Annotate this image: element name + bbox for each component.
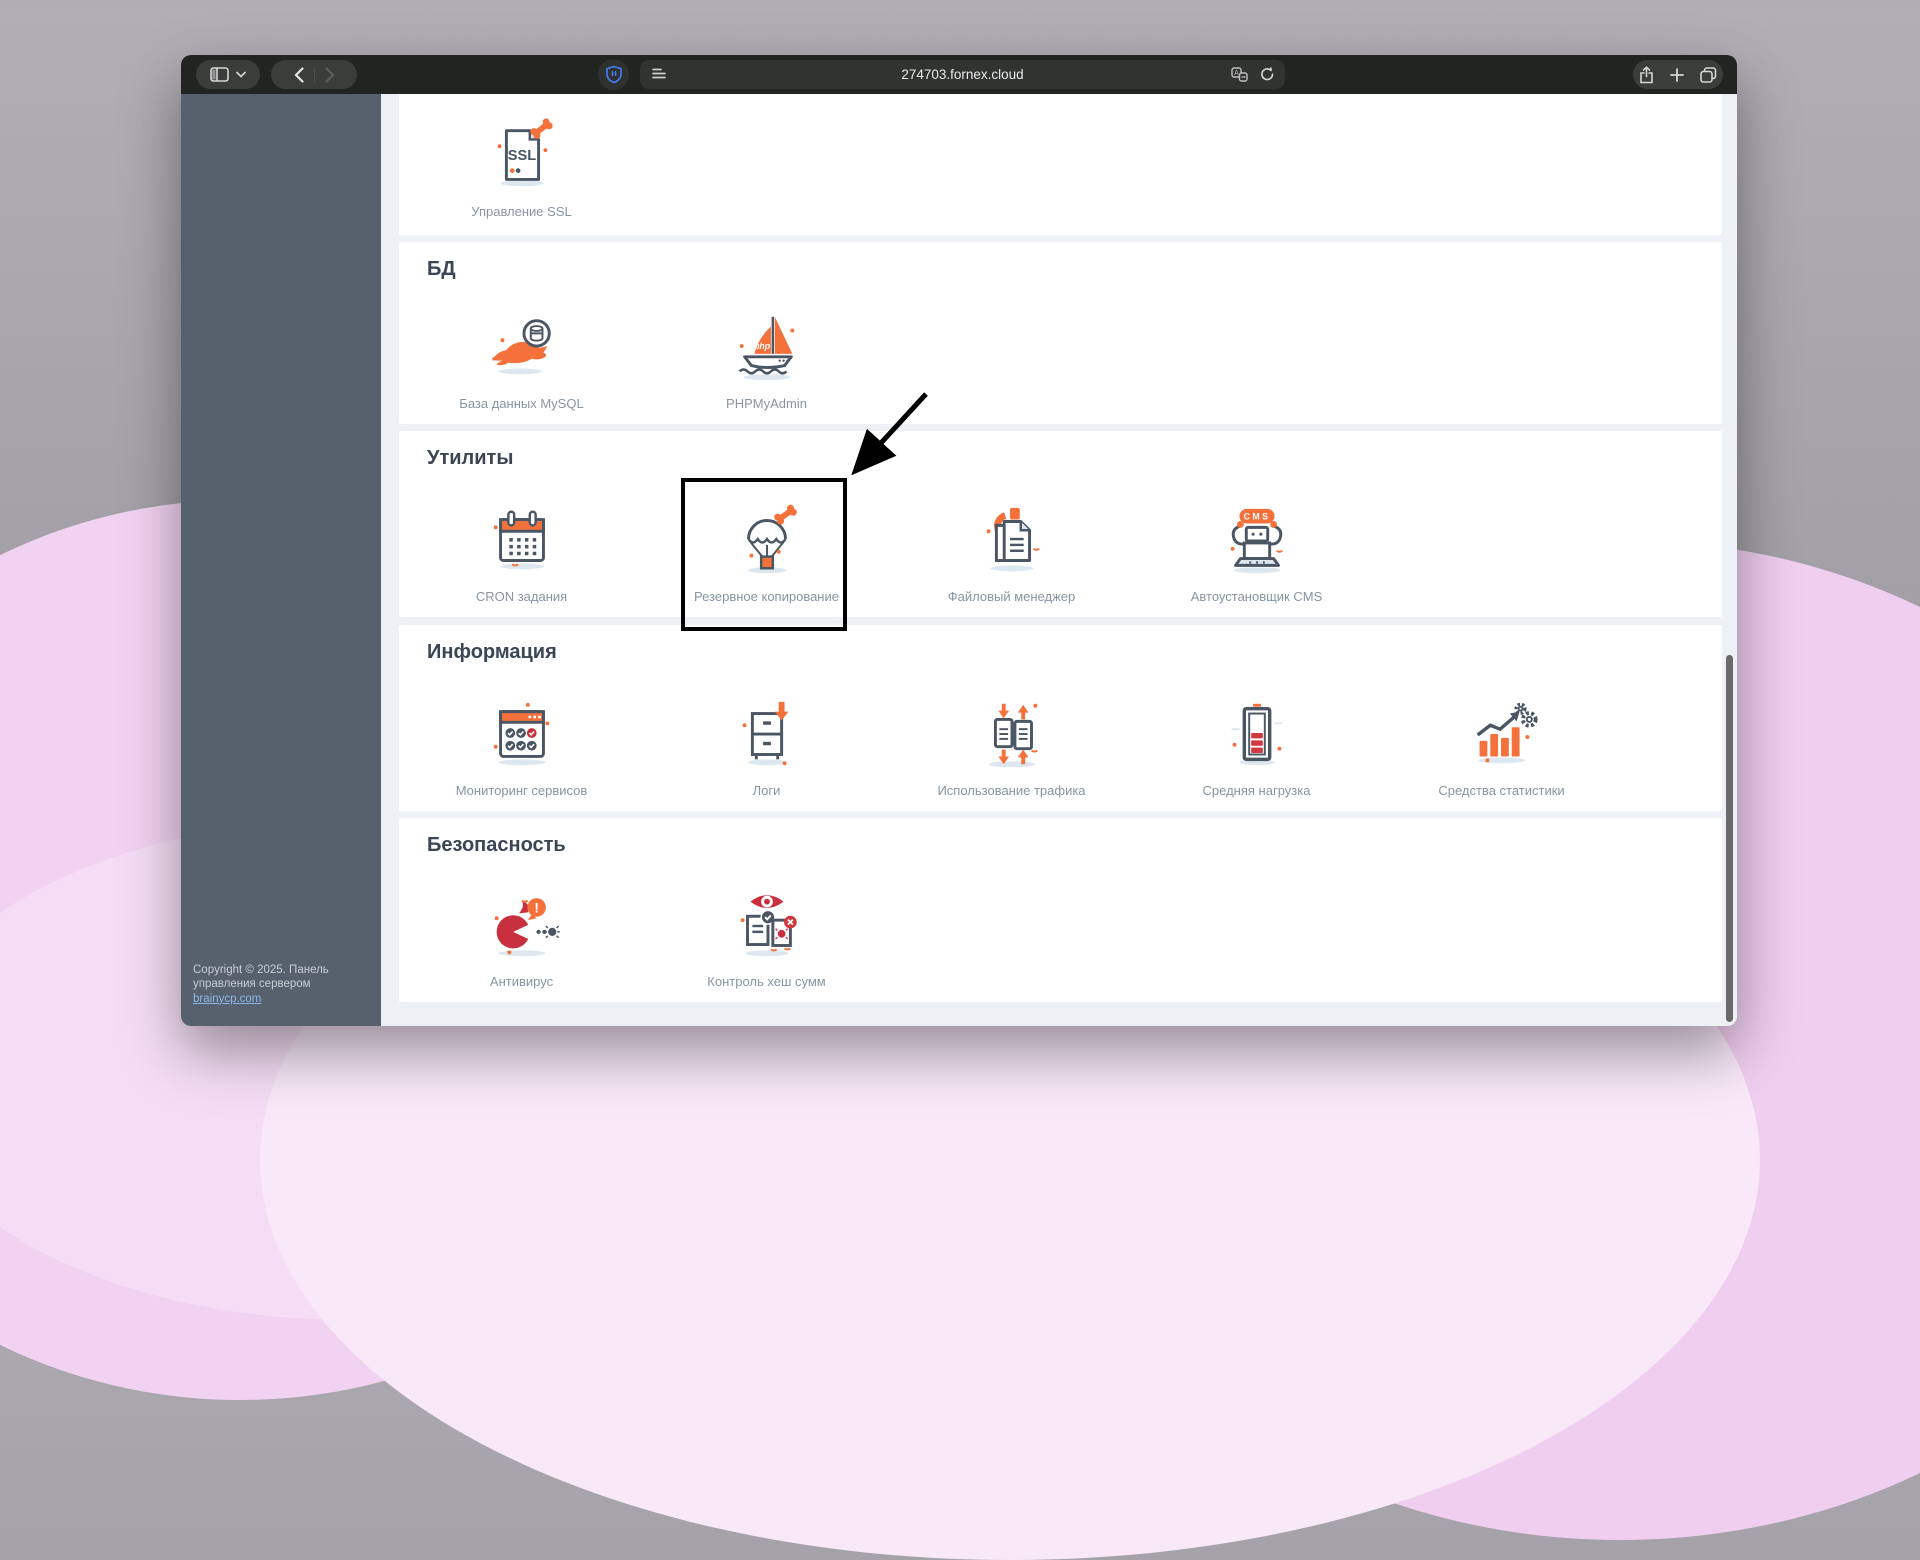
- reload-icon[interactable]: [1260, 66, 1275, 82]
- svg-text:php: php: [753, 341, 771, 351]
- traffic-usage-icon: [973, 696, 1051, 774]
- section-card-БД: БД База данных MySQL php PHPMyAdmin: [399, 242, 1722, 424]
- app-tile-label: CRON задания: [475, 589, 568, 604]
- browser-window: 274703.fornex.cloud A Copyright © 2025. …: [181, 55, 1737, 1026]
- logs-drawer-icon: [728, 696, 806, 774]
- app-tile-mysql-database[interactable]: База данных MySQL: [399, 309, 644, 411]
- svg-text:SSL: SSL: [507, 148, 535, 164]
- copyright-text: Copyright © 2025. Панель управления серв…: [193, 963, 329, 991]
- backup-parachute-icon: [728, 502, 806, 580]
- window-actions: [1633, 60, 1723, 89]
- app-tile-traffic-usage[interactable]: Использование трафика: [889, 696, 1134, 798]
- app-tile-backup-parachute[interactable]: Резервное копирование: [644, 502, 889, 604]
- app-tile-ssl-certificate[interactable]: SSL Управление SSL: [399, 117, 644, 219]
- new-tab-icon[interactable]: [1670, 67, 1684, 82]
- svg-text:A: A: [1234, 70, 1239, 77]
- app-tile-phpmyadmin-boat[interactable]: php PHPMyAdmin: [644, 309, 889, 411]
- app-tile-label: Средства статистики: [1438, 783, 1565, 798]
- extension-button[interactable]: [598, 59, 629, 90]
- app-tile-label: Автоустановщик CMS: [1190, 589, 1323, 604]
- app-tile-label: Средняя нагрузка: [1202, 783, 1311, 798]
- app-tile-service-monitoring[interactable]: Мониторинг сервисов: [399, 696, 644, 798]
- service-monitoring-icon: [483, 696, 561, 774]
- copyright-notice: Copyright © 2025. Панель управления серв…: [193, 963, 343, 1006]
- toolbar-divider: [313, 66, 315, 83]
- section-title: Информация: [427, 641, 557, 663]
- app-tile-label: Контроль хеш сумм: [707, 974, 826, 989]
- app-tile-label: PHPMyAdmin: [726, 396, 807, 411]
- section-card-Утилиты: Утилиты CRON задания Резервное копирование…: [399, 431, 1722, 617]
- app-tile-cms-installer[interactable]: CMS Автоустановщик CMS: [1134, 502, 1379, 604]
- svg-text:CMS: CMS: [1243, 512, 1270, 522]
- app-tile-statistics-tools[interactable]: Средства статистики: [1379, 696, 1624, 798]
- section-title: БД: [427, 258, 456, 280]
- statistics-tools-icon: [1463, 696, 1541, 774]
- back-icon[interactable]: [293, 66, 304, 83]
- content-area: SSL Управление SSL БД База данных MySQL php P…: [381, 94, 1737, 1026]
- address-bar[interactable]: 274703.fornex.cloud A: [640, 60, 1285, 89]
- forward-icon[interactable]: [324, 66, 335, 83]
- ssl-certificate-icon: SSL: [483, 117, 561, 195]
- section-title: Безопасность: [427, 834, 566, 856]
- app-tile-label: Резервное копирование: [694, 589, 839, 604]
- shield-icon: [605, 65, 622, 84]
- app-tile-label: Логи: [752, 783, 781, 798]
- url-text: 274703.fornex.cloud: [901, 67, 1024, 82]
- sidebar-toggle-button[interactable]: [196, 60, 260, 89]
- antivirus-icon: !: [483, 887, 561, 965]
- app-tile-load-average[interactable]: Средняя нагрузка: [1134, 696, 1379, 798]
- section-card-ssl: SSL Управление SSL: [399, 94, 1722, 235]
- section-title: Утилиты: [427, 447, 514, 469]
- browser-toolbar: 274703.fornex.cloud A: [181, 55, 1737, 94]
- section-card-Информация: Информация Мониторинг сервисов Логи Использ…: [399, 625, 1722, 811]
- nav-buttons: [271, 60, 357, 89]
- mysql-database-icon: [483, 309, 561, 387]
- brainycp-link[interactable]: brainycp.com: [193, 993, 261, 1005]
- app-tile-label: База данных MySQL: [459, 396, 584, 411]
- phpmyadmin-boat-icon: php: [728, 309, 806, 387]
- app-tile-hash-sum-control[interactable]: Контроль хеш сумм: [644, 887, 889, 989]
- load-average-icon: [1218, 696, 1296, 774]
- app-tile-file-manager[interactable]: Файловый менеджер: [889, 502, 1134, 604]
- svg-text:!: !: [534, 900, 539, 915]
- cron-calendar-icon: [483, 502, 561, 580]
- app-tile-label: Использование трафика: [937, 783, 1086, 798]
- app-tile-logs-drawer[interactable]: Логи: [644, 696, 889, 798]
- app-tile-cron-calendar[interactable]: CRON задания: [399, 502, 644, 604]
- share-icon[interactable]: [1639, 65, 1654, 84]
- file-manager-icon: [973, 502, 1051, 580]
- app-tile-antivirus[interactable]: ! Антивирус: [399, 887, 644, 989]
- app-tile-label: Антивирус: [489, 974, 554, 989]
- hash-sum-control-icon: [728, 887, 806, 965]
- cms-installer-icon: CMS: [1218, 502, 1296, 580]
- app-tile-label: Файловый менеджер: [947, 589, 1076, 604]
- sidebar: Copyright © 2025. Панель управления серв…: [181, 94, 381, 1026]
- scrollbar-thumb[interactable]: [1726, 655, 1733, 1022]
- app-tile-label: Мониторинг сервисов: [455, 783, 588, 798]
- app-tile-label: Управление SSL: [471, 204, 572, 219]
- tab-overview-icon[interactable]: [1700, 66, 1717, 83]
- section-card-Безопасность: Безопасность! Антивирус Контроль хеш сумм: [399, 818, 1722, 1002]
- translate-icon[interactable]: A: [1231, 66, 1248, 82]
- sidebar-toggle-icon: [210, 67, 229, 82]
- chevron-down-icon: [236, 71, 246, 78]
